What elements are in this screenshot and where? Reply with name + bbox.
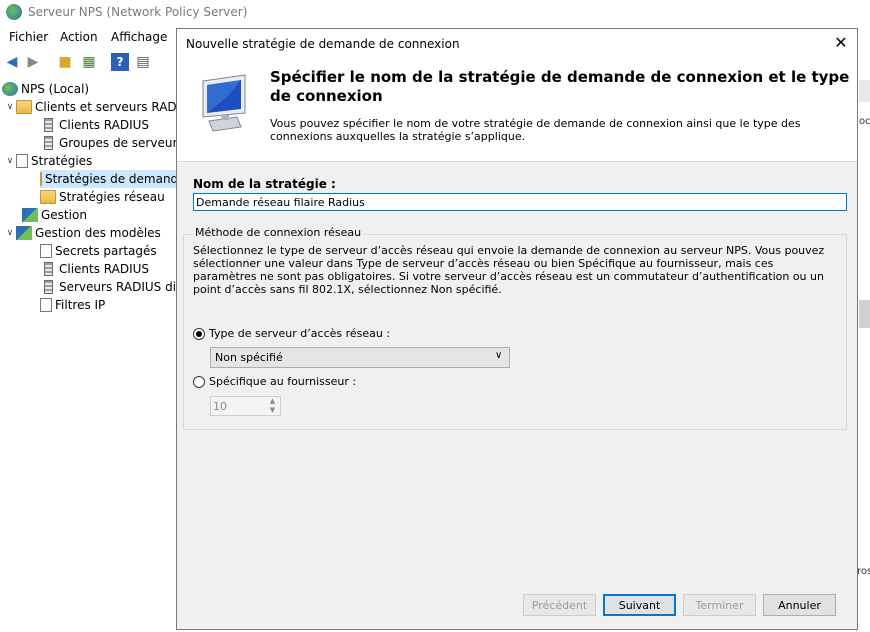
console-tree: NPS (Local) ∨ Clients et serveurs RADIUS… xyxy=(0,78,178,632)
results-pane-header xyxy=(859,80,870,102)
chevron-down-icon[interactable]: ∨ xyxy=(4,102,16,112)
close-icon[interactable]: ✕ xyxy=(827,32,855,54)
new-connection-request-policy-dialog: Nouvelle stratégie de demande de connexi… xyxy=(176,28,858,630)
forward-arrow-icon[interactable]: ▶ xyxy=(24,53,42,71)
tree-item-remote-radius-servers[interactable]: Serveurs RADIUS distants xyxy=(40,278,178,296)
menu-affichage[interactable]: Affichage xyxy=(111,30,167,44)
nas-type-select[interactable]: Non spécifié xyxy=(210,347,510,368)
tree-item-template-management[interactable]: ∨ Gestion des modèles xyxy=(4,224,161,242)
tree-item-label: Serveurs RADIUS distants xyxy=(59,280,178,294)
tree-item-strategies[interactable]: ∨ Stratégies xyxy=(4,152,92,170)
properties-icon[interactable]: ▤ xyxy=(134,53,152,71)
nps-app-icon xyxy=(6,4,22,20)
tree-item-shared-secrets[interactable]: Secrets partagés xyxy=(40,242,157,260)
tree-item-label: Gestion xyxy=(41,208,87,222)
tree-item-label: Clients RADIUS xyxy=(59,118,150,132)
menu-fichier[interactable]: Fichier xyxy=(9,30,48,44)
app-title: Serveur NPS (Network Policy Server) xyxy=(28,5,248,19)
nas-type-radio[interactable] xyxy=(193,328,205,340)
tree-item-ip-filters[interactable]: Filtres IP xyxy=(40,296,105,314)
server-icon xyxy=(44,118,53,132)
tree-item-label: Stratégies de demande de connexion xyxy=(45,172,178,186)
tree-item-label: Clients et serveurs RADIUS xyxy=(35,100,178,114)
up-folder-icon[interactable]: ■ xyxy=(56,53,74,71)
show-hide-tree-icon[interactable]: ▦ xyxy=(80,53,98,71)
tree-item-connection-request-policies[interactable]: Stratégies de demande de connexion xyxy=(40,170,178,188)
chevron-down-icon[interactable]: ∨ xyxy=(4,228,16,238)
server-icon xyxy=(44,136,53,150)
button-separator xyxy=(177,579,857,580)
templates-icon xyxy=(16,226,32,240)
wizard-step-description: Vous pouvez spécifier le nom de votre st… xyxy=(270,117,801,143)
finish-button[interactable]: Terminer xyxy=(683,594,756,616)
toolbar: ◀ ▶ ■ ▦ ? ▤ xyxy=(0,50,180,74)
vendor-specific-radio-label[interactable]: Spécifique au fournisseur : xyxy=(209,375,356,388)
previous-button[interactable]: Précédent xyxy=(523,594,596,616)
policy-folder-icon xyxy=(40,172,42,186)
wizard-step-title: Spécifier le nom de la stratégie de dema… xyxy=(270,68,850,105)
stepper-arrows: ▲ ▼ xyxy=(265,397,280,415)
tree-item-label: Clients RADIUS xyxy=(59,262,150,276)
policy-document-icon xyxy=(16,154,28,168)
tree-item-radius-clients-servers[interactable]: ∨ Clients et serveurs RADIUS xyxy=(4,98,178,116)
tree-item-label: Filtres IP xyxy=(55,298,106,312)
tree-item-network-policies[interactable]: Stratégies réseau xyxy=(40,188,165,206)
nas-type-radio-label[interactable]: Type de serveur d’accès réseau : xyxy=(209,327,390,340)
results-pane-fragment: ros xyxy=(857,566,870,577)
group-description: Sélectionnez le type de serveur d’accès … xyxy=(193,244,825,296)
nas-type-select-value: Non spécifié xyxy=(215,351,283,364)
policy-name-input[interactable] xyxy=(193,193,847,211)
accounting-icon xyxy=(22,208,38,222)
help-icon[interactable]: ? xyxy=(111,53,129,71)
policy-name-label: Nom de la stratégie : xyxy=(193,177,336,191)
cancel-button[interactable]: Annuler xyxy=(763,594,836,616)
tree-item-template-radius-clients[interactable]: Clients RADIUS xyxy=(40,260,149,278)
dialog-titlebar: Nouvelle stratégie de demande de connexi… xyxy=(177,29,857,57)
nps-globe-icon xyxy=(2,82,18,96)
tree-item-label: Stratégies xyxy=(31,154,93,168)
document-icon xyxy=(40,298,52,312)
tree-item-label: Gestion des modèles xyxy=(35,226,161,240)
app-titlebar: Serveur NPS (Network Policy Server) xyxy=(0,0,870,26)
results-pane-scroll[interactable] xyxy=(859,300,870,328)
menu-action[interactable]: Action xyxy=(60,30,98,44)
tree-item-label: Secrets partagés xyxy=(55,244,157,258)
group-title: Méthode de connexion réseau xyxy=(193,226,364,239)
server-icon xyxy=(44,280,53,294)
monitor-icon xyxy=(202,74,246,132)
tree-item-label: Groupes de serveurs RADIUS xyxy=(59,136,178,150)
folder-icon xyxy=(40,190,56,204)
tree-item-label: NPS (Local) xyxy=(21,82,90,96)
tree-item-gestion[interactable]: Gestion xyxy=(22,206,87,224)
wizard-header: Spécifier le nom de la stratégie de dema… xyxy=(177,57,857,162)
stepper-up-icon: ▲ xyxy=(269,397,276,405)
chevron-down-icon[interactable]: ∨ xyxy=(495,350,502,361)
next-button[interactable]: Suivant xyxy=(603,594,676,616)
back-arrow-icon[interactable]: ◀ xyxy=(3,53,21,71)
results-pane-edge: oc ros xyxy=(856,78,870,632)
document-icon xyxy=(40,244,52,258)
stepper-down-icon: ▼ xyxy=(269,406,276,414)
results-pane-fragment: oc xyxy=(859,116,870,127)
tree-item-radius-clients[interactable]: Clients RADIUS xyxy=(40,116,149,134)
chevron-down-icon[interactable]: ∨ xyxy=(4,156,16,166)
folder-icon xyxy=(16,100,32,114)
vendor-id-value: 10 xyxy=(213,400,227,413)
server-icon xyxy=(44,262,53,276)
tree-item-radius-server-groups[interactable]: Groupes de serveurs RADIUS xyxy=(40,134,178,152)
tree-item-label: Stratégies réseau xyxy=(59,190,165,204)
vendor-specific-radio[interactable] xyxy=(193,376,205,388)
tree-item-nps-local[interactable]: NPS (Local) xyxy=(2,80,89,98)
dialog-title: Nouvelle stratégie de demande de connexi… xyxy=(186,37,460,51)
